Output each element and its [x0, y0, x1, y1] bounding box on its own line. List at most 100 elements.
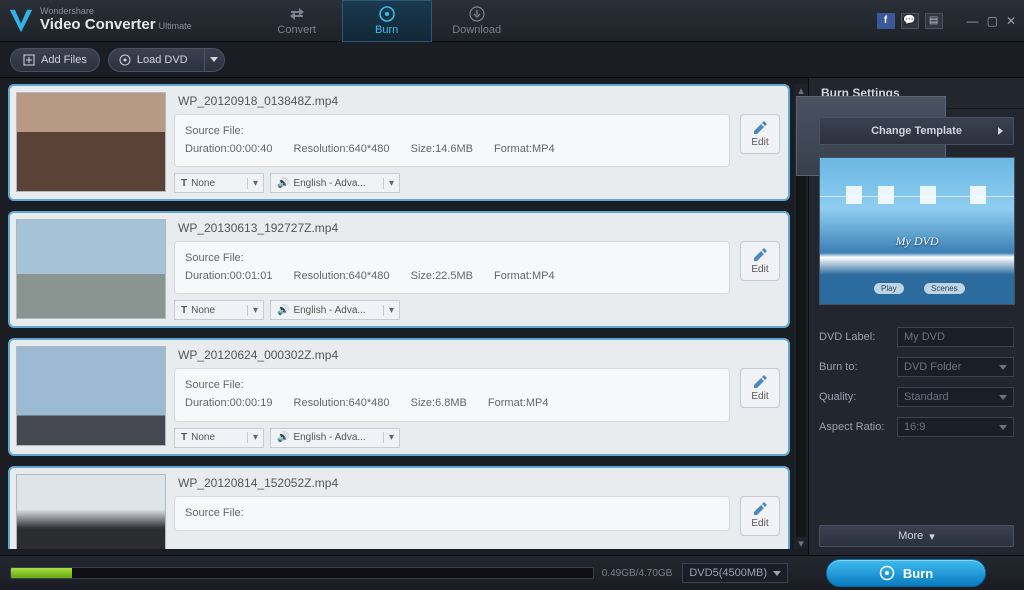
- file-item[interactable]: WP_20120814_152052Z.mp4 Source File: Edi…: [8, 466, 790, 549]
- size-text: Size:22.5MB: [411, 270, 473, 282]
- resolution-text: Resolution:640*480: [294, 270, 390, 282]
- dvd-label-field: DVD Label: My DVD: [819, 327, 1014, 347]
- settings-icon[interactable]: ▤: [925, 13, 943, 29]
- edit-icon: [752, 121, 768, 135]
- load-dvd-dropdown[interactable]: [204, 49, 224, 71]
- quality-label: Quality:: [819, 391, 891, 403]
- tab-download[interactable]: Download: [432, 0, 522, 42]
- scrollbar[interactable]: ▴ ▾: [794, 84, 808, 549]
- edit-column: Edit: [738, 346, 782, 447]
- track-dropdowns: T None ▾ 🔊English - Adva... ▾: [174, 173, 730, 193]
- aspect-ratio-field: Aspect Ratio: 16:9: [819, 417, 1014, 437]
- video-thumbnail[interactable]: [16, 219, 166, 319]
- brand-edition: Ultimate: [159, 21, 192, 31]
- preview-play-button[interactable]: Play: [874, 283, 904, 294]
- chevron-down-icon: [999, 395, 1007, 400]
- file-item[interactable]: WP_20120918_013848Z.mp4 Source File: Dur…: [8, 84, 790, 201]
- source-file-label: Source File:: [185, 250, 719, 268]
- minimize-button[interactable]: —: [967, 14, 979, 28]
- burn-to-select[interactable]: DVD Folder: [897, 357, 1014, 377]
- feedback-icon[interactable]: 💬: [901, 13, 919, 29]
- load-dvd-label: Load DVD: [137, 54, 188, 66]
- file-item[interactable]: WP_20120624_000302Z.mp4 Source File: Dur…: [8, 338, 790, 455]
- subtitle-select[interactable]: T None ▾: [174, 428, 264, 448]
- edit-button[interactable]: Edit: [740, 241, 780, 281]
- capacity-bar: 0.49GB/4.70GB: [10, 567, 672, 579]
- audio-select[interactable]: 🔊English - Adva... ▾: [270, 300, 400, 320]
- quality-select[interactable]: Standard: [897, 387, 1014, 407]
- tab-convert[interactable]: Convert: [252, 0, 342, 42]
- quality-value: Standard: [904, 391, 949, 403]
- change-template-button[interactable]: Change Template: [819, 117, 1014, 145]
- workspace: WP_20120918_013848Z.mp4 Source File: Dur…: [0, 78, 1024, 555]
- scroll-down-arrow[interactable]: ▾: [796, 537, 806, 549]
- title-icon-bar: f 💬 ▤: [877, 13, 943, 29]
- resolution-text: Resolution:640*480: [294, 143, 390, 155]
- add-files-button[interactable]: Add Files: [10, 48, 100, 72]
- file-item-body: WP_20120918_013848Z.mp4 Source File: Dur…: [174, 92, 730, 193]
- burn-to-value: DVD Folder: [904, 361, 961, 373]
- audio-select[interactable]: 🔊English - Adva... ▾: [270, 428, 400, 448]
- dvd-label-label: DVD Label:: [819, 331, 891, 343]
- preview-scenes-button[interactable]: Scenes: [924, 283, 965, 294]
- format-text: Format:MP4: [494, 270, 555, 282]
- load-dvd-button[interactable]: Load DVD: [108, 48, 225, 72]
- file-name: WP_20120918_013848Z.mp4: [174, 92, 730, 114]
- edit-button[interactable]: Edit: [740, 114, 780, 154]
- tab-convert-label: Convert: [277, 24, 316, 36]
- file-info: Source File: Duration:00:01:01 Resolutio…: [174, 241, 730, 294]
- edit-button[interactable]: Edit: [740, 368, 780, 408]
- burn-icon: [379, 6, 395, 22]
- disc-type-value: DVD5(4500MB): [689, 567, 767, 579]
- facebook-icon[interactable]: f: [877, 13, 895, 29]
- video-thumbnail[interactable]: [16, 92, 166, 192]
- dvd-preview-title: My DVD: [820, 234, 1014, 249]
- chevron-down-icon: ▾: [247, 305, 263, 316]
- burn-to-field: Burn to: DVD Folder: [819, 357, 1014, 377]
- audio-select[interactable]: 🔊English - Adva... ▾: [270, 173, 400, 193]
- dvd-preview[interactable]: My DVD Play Scenes: [819, 157, 1015, 305]
- file-name: WP_20130613_192727Z.mp4: [174, 219, 730, 241]
- file-list-area: WP_20120918_013848Z.mp4 Source File: Dur…: [0, 78, 808, 555]
- tab-burn-label: Burn: [375, 24, 398, 36]
- chevron-down-icon: ▾: [929, 530, 935, 543]
- video-thumbnail[interactable]: [16, 474, 166, 549]
- size-text: Size:14.6MB: [411, 143, 473, 155]
- size-text: Size:6.8MB: [411, 397, 467, 409]
- subtitle-select[interactable]: T None ▾: [174, 173, 264, 193]
- audio-value: English - Adva...: [293, 432, 365, 443]
- titlebar: Wondershare Video Converter Ultimate Con…: [0, 0, 1024, 42]
- track-dropdowns: T None ▾ 🔊English - Adva... ▾: [174, 300, 730, 320]
- brand-name: Video Converter: [40, 16, 156, 33]
- capacity-text: 0.49GB/4.70GB: [602, 568, 673, 579]
- audio-value: English - Adva...: [293, 305, 365, 316]
- file-item[interactable]: WP_20130613_192727Z.mp4 Source File: Dur…: [8, 211, 790, 328]
- capacity-fill: [11, 568, 72, 578]
- disc-type-select[interactable]: DVD5(4500MB): [682, 563, 788, 583]
- file-info: Source File:: [174, 496, 730, 532]
- scroll-up-arrow[interactable]: ▴: [796, 84, 806, 96]
- aspect-ratio-select[interactable]: 16:9: [897, 417, 1014, 437]
- tab-download-label: Download: [452, 24, 501, 36]
- burn-button[interactable]: Burn: [826, 559, 986, 587]
- file-meta-row: Duration:00:00:40 Resolution:640*480 Siz…: [185, 141, 719, 159]
- video-thumbnail[interactable]: [16, 346, 166, 446]
- aspect-ratio-value: 16:9: [904, 421, 925, 433]
- edit-label: Edit: [751, 264, 768, 275]
- dvd-label-value: My DVD: [904, 331, 945, 343]
- chevron-down-icon: ▾: [247, 432, 263, 443]
- edit-label: Edit: [751, 137, 768, 148]
- more-button[interactable]: More ▾: [819, 525, 1014, 547]
- dvd-label-input[interactable]: My DVD: [897, 327, 1014, 347]
- edit-button[interactable]: Edit: [740, 496, 780, 536]
- maximize-button[interactable]: ▢: [987, 14, 998, 28]
- duration-text: Duration:00:01:01: [185, 270, 272, 282]
- file-name: WP_20120814_152052Z.mp4: [174, 474, 730, 496]
- chevron-right-icon: [998, 127, 1003, 135]
- chevron-down-icon: [773, 571, 781, 576]
- subtitle-select[interactable]: T None ▾: [174, 300, 264, 320]
- quality-field: Quality: Standard: [819, 387, 1014, 407]
- tab-burn[interactable]: Burn: [342, 0, 432, 42]
- close-button[interactable]: ✕: [1006, 14, 1016, 28]
- edit-column: Edit: [738, 92, 782, 193]
